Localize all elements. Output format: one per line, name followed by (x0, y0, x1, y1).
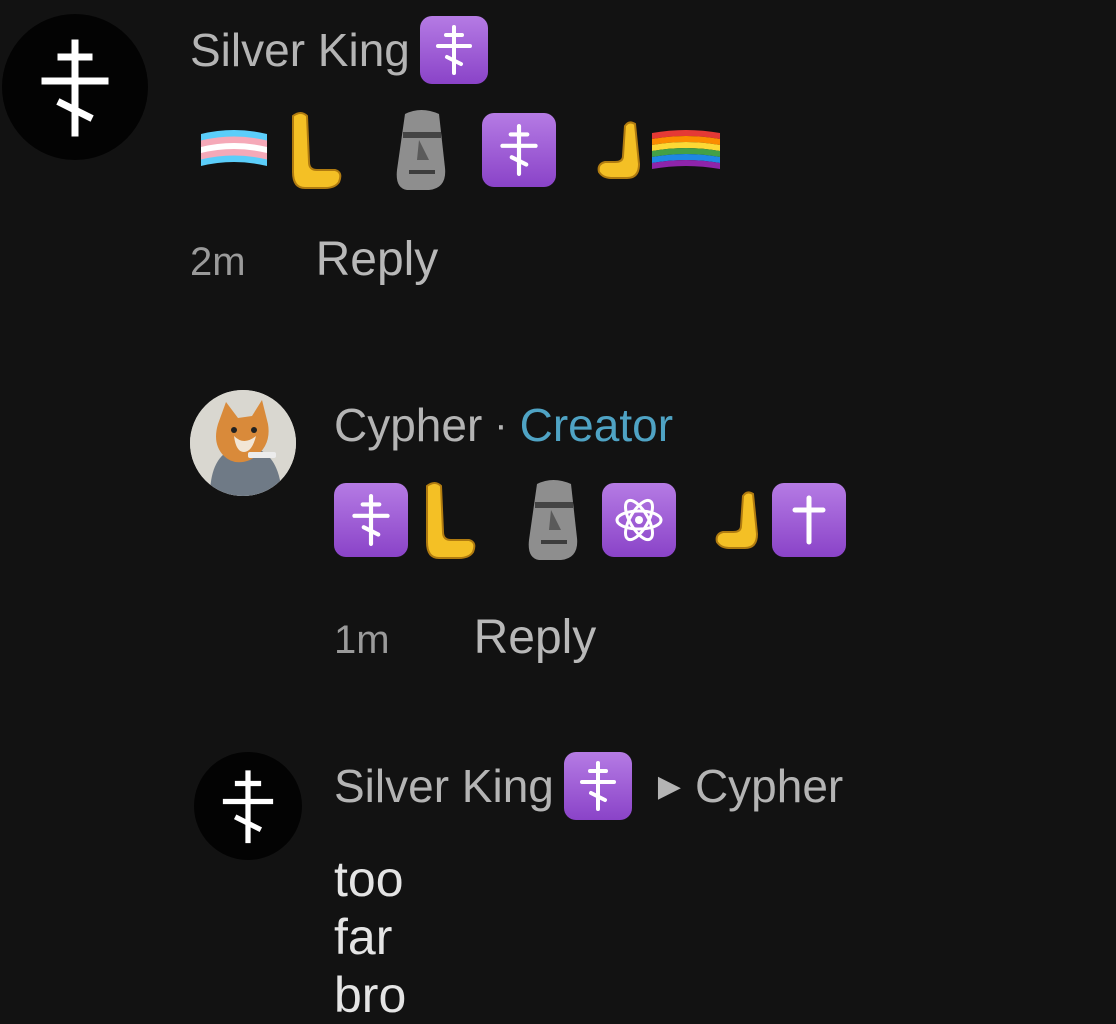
avatar-silver-king[interactable] (194, 752, 302, 860)
left-hand-icon (418, 480, 478, 560)
orthodox-cross-badge-icon (563, 752, 632, 820)
reply-target-name[interactable]: Cypher (695, 759, 843, 813)
reply-button[interactable]: Reply (316, 232, 439, 287)
avatar-cypher[interactable] (190, 390, 296, 496)
moai-icon (386, 108, 456, 192)
left-hand-icon (282, 110, 346, 190)
creator-badge: Creator (519, 399, 674, 451)
orthodox-cross-badge-icon (419, 16, 488, 84)
orthodox-cross-tile-icon (482, 113, 556, 187)
atom-tile-icon (602, 483, 676, 557)
comment-author-name[interactable]: Silver King (334, 759, 554, 813)
cat-avatar-image (190, 390, 296, 496)
comment-emoji-text (334, 478, 846, 562)
right-hand-icon (712, 490, 766, 550)
orthodox-cross-tile-icon (334, 483, 408, 557)
rainbow-flag-icon (648, 127, 724, 173)
comment-emoji-text (198, 108, 724, 192)
orthodox-cross-icon (222, 770, 274, 844)
reply-button[interactable]: Reply (474, 610, 597, 665)
right-hand-icon (594, 120, 648, 180)
avatar-silver-king[interactable] (2, 14, 148, 160)
comment-author-name[interactable]: Silver King (190, 23, 410, 77)
transgender-flag-icon (198, 128, 270, 172)
comment-timestamp: 2m (190, 240, 246, 284)
name-separator: · (494, 402, 508, 447)
comment-author-name[interactable]: Cypher (334, 398, 482, 452)
orthodox-cross-icon (41, 39, 109, 137)
reply-arrow-icon: ▶ (657, 769, 681, 803)
comment-timestamp: 1m (334, 618, 390, 662)
latin-cross-tile-icon (772, 483, 846, 557)
moai-icon (518, 478, 588, 562)
comment-text: too far bro (334, 851, 407, 1023)
